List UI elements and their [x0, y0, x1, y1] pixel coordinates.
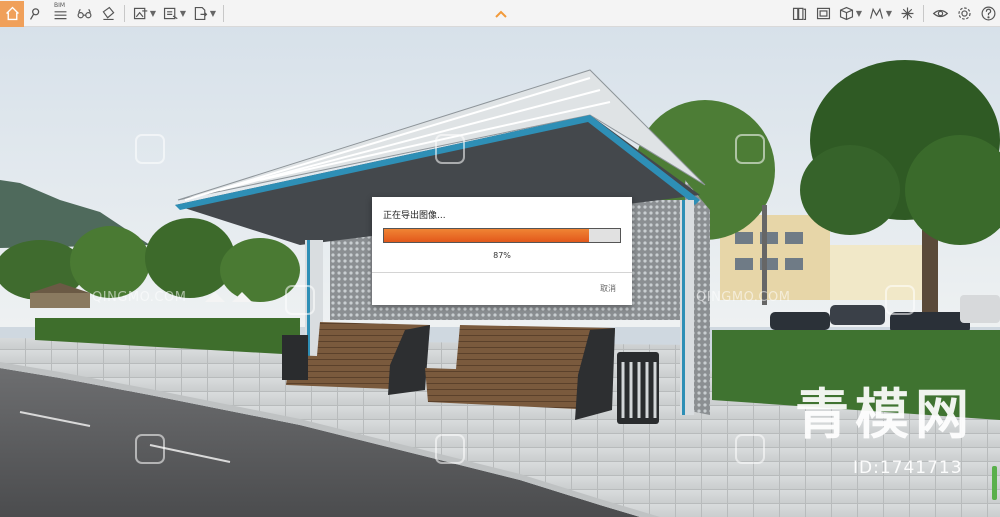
street-lamp	[762, 205, 767, 305]
cancel-button[interactable]: 取消	[600, 283, 616, 294]
cube-icon	[839, 6, 853, 21]
gear-icon	[957, 7, 971, 20]
home-icon	[5, 6, 19, 21]
export-file-icon	[194, 6, 208, 21]
image-icon	[816, 7, 830, 20]
bucket-icon	[102, 6, 114, 21]
toolbar-right-group: ▼ ▼	[787, 0, 1000, 27]
landscape-dropdown[interactable]: ▼	[865, 1, 895, 27]
bim-button[interactable]: BIM	[48, 1, 72, 27]
terrain-icon	[869, 7, 883, 19]
help-icon	[981, 6, 995, 21]
chevron-down-icon: ▼	[885, 9, 893, 18]
glasses-icon	[77, 8, 91, 19]
book-icon	[792, 7, 806, 21]
export-video-dropdown[interactable]: ▼	[159, 1, 189, 27]
watermark-id-text: ID:1741713	[853, 458, 963, 478]
post-accent-right	[682, 200, 685, 415]
progress-percent: 87%	[493, 251, 511, 260]
view-glasses-button[interactable]	[72, 1, 96, 27]
effects-button[interactable]	[895, 1, 919, 27]
export-video-icon	[163, 7, 178, 20]
export-progress-dialog: 正在导出图像... 87% 取消	[372, 197, 632, 305]
progress-bar	[383, 228, 621, 243]
export-file-dropdown[interactable]: ▼	[189, 1, 219, 27]
help-button[interactable]	[976, 1, 1000, 27]
material-button[interactable]	[96, 1, 120, 27]
chevron-down-icon: ▼	[149, 9, 157, 18]
bim-label: BIM	[54, 1, 66, 9]
library-button[interactable]	[787, 1, 811, 27]
location-button[interactable]	[24, 1, 48, 27]
chevron-down-icon: ▼	[855, 9, 863, 18]
home-button[interactable]	[0, 0, 24, 27]
settings-button[interactable]	[952, 1, 976, 27]
distant-tent-base	[30, 293, 90, 308]
chevron-down-icon: ▼	[209, 9, 217, 18]
media-button[interactable]	[811, 1, 835, 27]
collapse-toolbar-icon[interactable]	[494, 8, 508, 20]
chevron-down-icon: ▼	[179, 9, 187, 18]
main-toolbar: BIM ▼ ▼ ▼ ▼ ▼	[0, 0, 1000, 27]
pin-icon	[29, 8, 39, 20]
toolbar-left-group: BIM ▼ ▼ ▼	[0, 0, 228, 27]
visibility-button[interactable]	[928, 1, 952, 27]
scroll-indicator[interactable]	[992, 466, 997, 500]
toolbar-separator	[923, 5, 924, 22]
small-bin	[282, 335, 308, 380]
toolbar-separator	[124, 5, 125, 22]
progress-bar-fill	[384, 229, 590, 242]
toolbar-separator	[223, 5, 224, 22]
export-image-dropdown[interactable]: ▼	[129, 1, 159, 27]
object-dropdown[interactable]: ▼	[835, 1, 865, 27]
watermark-brand-text: 青模网	[795, 383, 975, 446]
sparkle-icon	[901, 7, 913, 20]
trash-bin	[617, 352, 659, 424]
export-image-icon	[133, 7, 148, 20]
dialog-title: 正在导出图像...	[383, 211, 446, 221]
dialog-divider	[372, 272, 632, 273]
eye-icon	[932, 9, 948, 18]
